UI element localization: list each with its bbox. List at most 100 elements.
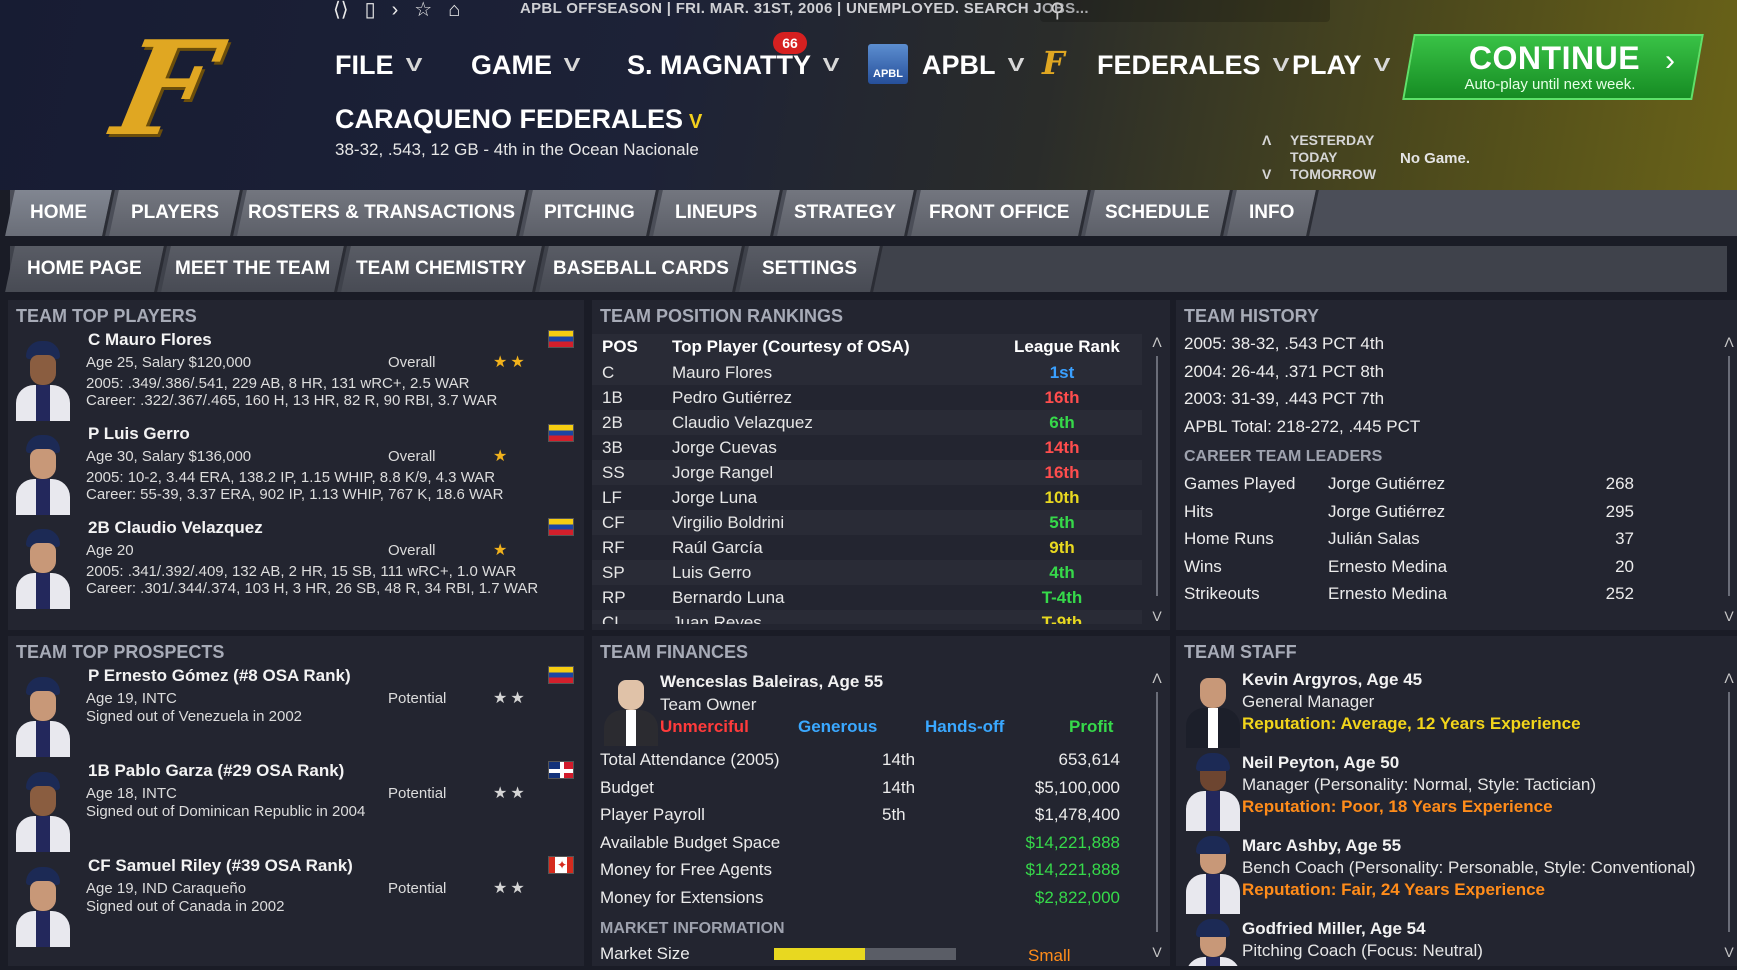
day-tomorrow[interactable]: TOMORROW [1262, 166, 1376, 183]
player-portrait[interactable] [14, 431, 72, 515]
menu-play[interactable]: PLAY V [1292, 50, 1390, 81]
rankings-row[interactable]: CF Virgilio Boldrini 5th [592, 510, 1142, 535]
rankings-row[interactable]: RF Raúl García 9th [592, 535, 1142, 560]
player-cell[interactable]: Mauro Flores [672, 363, 772, 383]
tab-strategy[interactable]: STRATEGY [777, 190, 917, 236]
leader-name[interactable]: Jorge Gutiérrez [1328, 502, 1445, 522]
rankings-row[interactable]: SS Jorge Rangel 16th [592, 460, 1142, 485]
player-name[interactable]: 2B Claudio Velazquez [88, 518, 263, 538]
day-yesterday[interactable]: YESTERDAY [1262, 132, 1376, 149]
tab-rosters[interactable]: ROSTERS & TRANSACTIONS [237, 190, 529, 236]
col-player-header[interactable]: Top Player (Courtesy of OSA) [672, 337, 910, 357]
scroll-track[interactable] [1156, 356, 1158, 596]
prospect-card[interactable]: 1B Pablo Garza (#29 OSA Rank) Age 18, INT… [8, 759, 584, 852]
menu-game[interactable]: GAME V [471, 50, 580, 81]
scroll-up-icon[interactable]: Λ [1722, 334, 1736, 350]
menu-team[interactable]: FEDERALES V [1097, 50, 1289, 81]
tab-players[interactable]: PLAYERS [109, 190, 243, 236]
player-cell[interactable]: Juan Reyes [672, 613, 762, 625]
team-name[interactable]: CARAQUENO FEDERALES V [335, 104, 702, 135]
staff-portrait[interactable] [1184, 670, 1242, 750]
player-cell[interactable]: Jorge Rangel [672, 463, 773, 483]
subtab-settings[interactable]: SETTINGS [739, 246, 883, 292]
rankings-scrollbar[interactable]: Λ V [1150, 334, 1164, 624]
menu-league[interactable]: APBL V [922, 50, 1024, 81]
player-name[interactable]: P Luis Gerro [88, 424, 190, 444]
rankings-row[interactable]: C Mauro Flores 1st [592, 360, 1142, 385]
tab-pitching[interactable]: PITCHING [523, 190, 659, 236]
scroll-down-icon[interactable]: V [1150, 944, 1164, 960]
tab-info[interactable]: INFO [1227, 190, 1319, 236]
rankings-row[interactable]: LF Jorge Luna 10th [592, 485, 1142, 510]
finances-scrollbar[interactable]: Λ V [1150, 670, 1164, 960]
scroll-track[interactable] [1728, 692, 1730, 932]
subtab-baseball-cards[interactable]: BASEBALL CARDS [539, 246, 745, 292]
leader-row[interactable]: Strikeouts Ernesto Medina 252 [1184, 584, 1664, 609]
prospect-name[interactable]: 1B Pablo Garza (#29 OSA Rank) [88, 761, 344, 781]
prospect-name[interactable]: P Ernesto Gómez (#8 OSA Rank) [88, 666, 351, 686]
subtab-home-page[interactable]: HOME PAGE [5, 246, 167, 292]
rankings-row[interactable]: CL Juan Reyes T-9th [592, 610, 1142, 625]
staff-row[interactable]: Kevin Argyros, Age 45 General Manager Repu… [1176, 670, 1737, 753]
status-line[interactable]: APBL OFFSEASON | FRI. MAR. 31ST, 2006 | … [520, 0, 1089, 18]
player-cell[interactable]: Jorge Cuevas [672, 438, 777, 458]
staff-portrait[interactable] [1184, 753, 1242, 833]
staff-scrollbar[interactable]: Λ V [1722, 670, 1736, 960]
search-box[interactable]: ⚲ [1040, 0, 1330, 22]
scroll-track[interactable] [1728, 356, 1730, 596]
leader-name[interactable]: Jorge Gutiérrez [1328, 474, 1445, 494]
history-scrollbar[interactable]: Λ V [1722, 334, 1736, 624]
leader-row[interactable]: Home Runs Julián Salas 37 [1184, 529, 1664, 554]
back-icon[interactable]: ▯ [365, 0, 376, 20]
player-portrait[interactable] [14, 673, 72, 757]
staff-portrait[interactable] [1184, 836, 1242, 916]
player-card[interactable]: P Luis Gerro Age 30, Salary $136,000 Overa… [8, 422, 584, 515]
team-logo[interactable]: F [55, 12, 275, 165]
player-cell[interactable]: Raúl García [672, 538, 763, 558]
staff-row[interactable]: Neil Peyton, Age 50 Manager (Personality:… [1176, 753, 1737, 836]
history-icon[interactable]: ⟨⟩ [333, 0, 349, 20]
subtab-team-chemistry[interactable]: TEAM CHEMISTRY [341, 246, 545, 292]
leader-name[interactable]: Ernesto Medina [1328, 557, 1447, 577]
notification-badge[interactable]: 66 [773, 32, 807, 54]
staff-portrait[interactable] [1184, 919, 1242, 966]
staff-name[interactable]: Marc Ashby, Age 55 [1242, 836, 1401, 856]
player-cell[interactable]: Jorge Luna [672, 488, 757, 508]
staff-name[interactable]: Godfried Miller, Age 54 [1242, 919, 1426, 939]
leader-name[interactable]: Ernesto Medina [1328, 584, 1447, 604]
owner-avatar[interactable] [602, 670, 660, 746]
player-portrait[interactable] [14, 337, 72, 421]
tab-home[interactable]: HOME [5, 190, 115, 236]
col-rank-header[interactable]: League Rank [1014, 337, 1120, 357]
rankings-row[interactable]: RP Bernardo Luna T-4th [592, 585, 1142, 610]
player-name[interactable]: C Mauro Flores [88, 330, 212, 350]
scroll-up-icon[interactable]: Λ [1722, 670, 1736, 686]
rankings-row[interactable]: 3B Jorge Cuevas 14th [592, 435, 1142, 460]
chevron-up-icon[interactable]: Λ [1262, 132, 1271, 149]
day-today[interactable]: TODAY [1262, 149, 1376, 166]
star-icon[interactable]: ☆ [414, 0, 432, 20]
player-portrait[interactable] [14, 863, 72, 947]
scroll-track[interactable] [1156, 692, 1158, 932]
scroll-up-icon[interactable]: Λ [1150, 334, 1164, 350]
rankings-row[interactable]: SP Luis Gerro 4th [592, 560, 1142, 585]
rankings-row[interactable]: 2B Claudio Velazquez 6th [592, 410, 1142, 435]
staff-row[interactable]: Marc Ashby, Age 55 Bench Coach (Personali… [1176, 836, 1737, 919]
player-card[interactable]: 2B Claudio Velazquez Age 20 Overall ★ 2005: … [8, 516, 584, 609]
menu-manager[interactable]: S. MAGNATTY V [627, 50, 839, 81]
player-portrait[interactable] [14, 768, 72, 852]
player-cell[interactable]: Claudio Velazquez [672, 413, 813, 433]
player-cell[interactable]: Bernardo Luna [672, 588, 784, 608]
scroll-down-icon[interactable]: V [1150, 608, 1164, 624]
staff-name[interactable]: Kevin Argyros, Age 45 [1242, 670, 1422, 690]
continue-button[interactable]: CONTINUE Auto-play until next week. › [1402, 34, 1704, 100]
player-cell[interactable]: Luis Gerro [672, 563, 751, 583]
tab-front-office[interactable]: FRONT OFFICE [911, 190, 1091, 236]
player-cell[interactable]: Pedro Gutiérrez [672, 388, 792, 408]
home-icon[interactable]: ⌂ [448, 0, 460, 20]
player-cell[interactable]: Virgilio Boldrini [672, 513, 784, 533]
tab-lineups[interactable]: LINEUPS [653, 190, 783, 236]
scroll-up-icon[interactable]: Λ [1150, 670, 1164, 686]
scroll-down-icon[interactable]: V [1722, 944, 1736, 960]
forward-icon[interactable]: › [392, 0, 399, 20]
